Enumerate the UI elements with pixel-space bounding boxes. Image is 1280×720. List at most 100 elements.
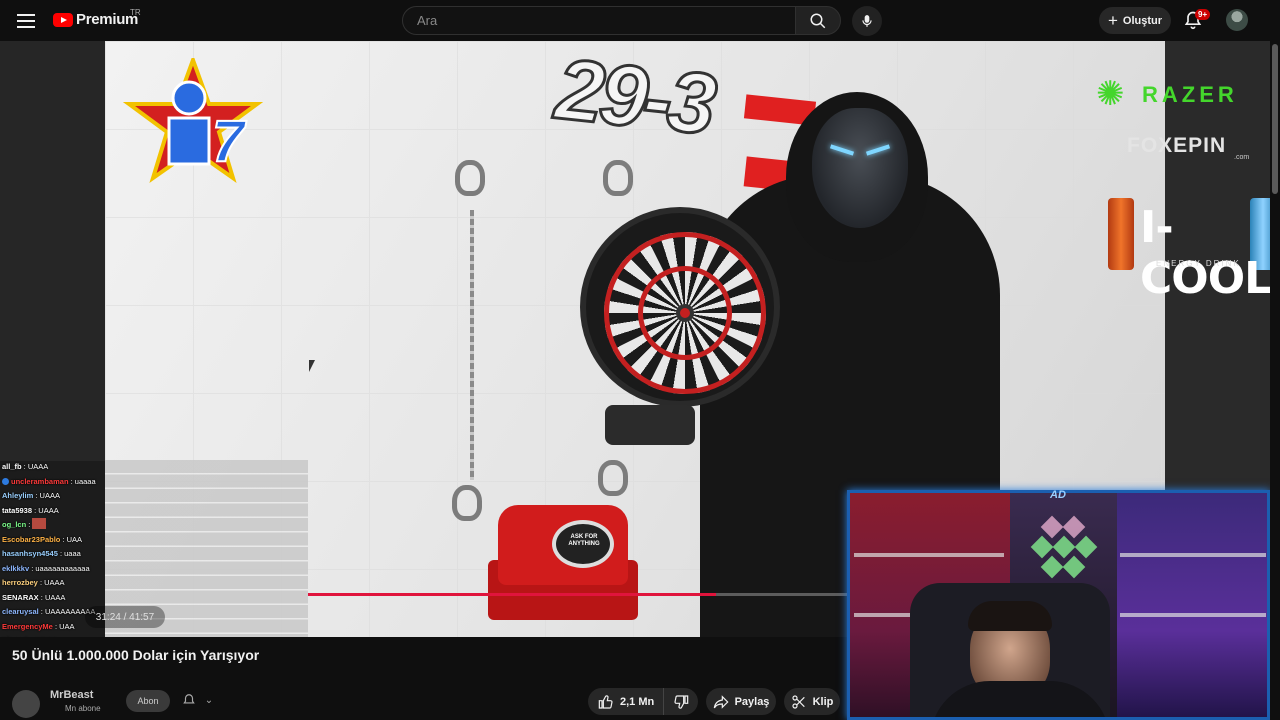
player-letterbox-left bbox=[0, 41, 105, 461]
share-arrow-icon bbox=[713, 694, 729, 709]
shelf bbox=[1120, 613, 1266, 617]
streamer-hair bbox=[968, 601, 1052, 631]
search-icon bbox=[810, 13, 826, 28]
chat-username: unclerambaman bbox=[11, 476, 69, 486]
clip-button[interactable]: Klip bbox=[784, 688, 840, 715]
mouse-cursor bbox=[309, 360, 321, 372]
scissors-icon bbox=[792, 694, 805, 709]
bell-icon bbox=[183, 694, 195, 704]
energy-can-orange bbox=[1108, 198, 1134, 270]
notification-badge: 9+ bbox=[1195, 9, 1211, 20]
thumbs-down-icon bbox=[674, 694, 689, 709]
chat-message: tata5938 : UAAA bbox=[2, 504, 59, 518]
figure-shelf-right bbox=[1117, 493, 1267, 717]
chat-text: uaaaaaaaaaaaa bbox=[35, 563, 90, 573]
channel-name[interactable]: MrBeast bbox=[50, 689, 93, 701]
streamer-facecam bbox=[847, 490, 1270, 720]
chat-text: UAAA bbox=[39, 491, 60, 500]
overlay-score: 29-3 bbox=[550, 40, 718, 155]
shelf bbox=[854, 553, 1004, 557]
share-label: Paylaş bbox=[734, 695, 770, 708]
channel-avatar[interactable] bbox=[12, 690, 40, 718]
chat-badge-icon bbox=[2, 477, 9, 485]
chat-username: og_lcn bbox=[2, 520, 27, 529]
video-title: 50 Ünlü 1.000.000 Dolar için Yarışıyor bbox=[12, 647, 260, 663]
chat-message: herrozbey : UAAA bbox=[2, 576, 65, 590]
youtube-premium-logo[interactable]: Premium bbox=[53, 11, 138, 28]
chat-username: all_fb bbox=[2, 462, 22, 471]
sponsor-foxepin: FOXEPIN bbox=[1127, 134, 1227, 157]
chat-text: UAAA bbox=[38, 505, 59, 515]
chat-username: Ahleylim bbox=[2, 491, 34, 500]
handcuff bbox=[455, 160, 485, 196]
youtube-watch-page: Premium TR + Oluştur 9+ 7 29-3 A bbox=[0, 0, 1280, 720]
plus-icon: + bbox=[1107, 11, 1118, 30]
chat-text: UAAA bbox=[44, 578, 65, 587]
sponsor-foxepin-domain: .com bbox=[1234, 154, 1250, 161]
sponsor-icool-sub: ENERGY DRINK bbox=[1156, 259, 1241, 268]
clip-label: Klip bbox=[812, 695, 834, 708]
phone-label: ASK FOR ANYTHING bbox=[568, 534, 600, 547]
share-button[interactable]: Paylaş bbox=[706, 688, 776, 715]
handcuff bbox=[603, 160, 633, 196]
create-button[interactable]: + Oluştur bbox=[1099, 7, 1171, 34]
chat-username: Escobar23Pablo bbox=[2, 534, 61, 544]
sponsor-icool: I-COOL bbox=[1140, 202, 1272, 304]
dislike-button[interactable] bbox=[664, 694, 698, 710]
chain bbox=[470, 210, 474, 480]
progress-played bbox=[308, 593, 716, 596]
like-count: 2,1 Mn bbox=[620, 695, 655, 708]
subscription-bell-button[interactable]: ⌄ bbox=[182, 693, 226, 709]
scrollbar-thumb[interactable] bbox=[1272, 44, 1278, 194]
handcuff bbox=[598, 460, 628, 496]
region-code: TR bbox=[130, 8, 141, 17]
hamburger-icon[interactable] bbox=[14, 10, 38, 32]
chat-message: eklkkkv : uaaaaaaaaaaaa bbox=[2, 562, 90, 576]
mic-icon bbox=[862, 15, 872, 27]
time-display: 31:24 / 41:57 bbox=[85, 606, 165, 628]
chat-username: tata5938 bbox=[2, 505, 33, 515]
dartboard-bullseye bbox=[676, 304, 694, 322]
chat-message: EmergencyMe : UAA bbox=[2, 620, 75, 634]
search-button[interactable] bbox=[795, 6, 841, 35]
join-button[interactable]: Abon bbox=[126, 690, 170, 712]
chat-message: SENARAX : UAAA bbox=[2, 591, 65, 605]
search-input[interactable] bbox=[403, 7, 795, 34]
like-dislike-group: 2,1 Mn bbox=[588, 688, 698, 715]
chat-text: UAAA bbox=[27, 462, 49, 471]
chat-message: Ahleylim : UAAA bbox=[2, 489, 60, 503]
chat-text: UAAA bbox=[44, 592, 66, 602]
thumbs-up-icon bbox=[598, 694, 613, 709]
chat-username: eklkkkv bbox=[2, 563, 30, 573]
chat-username: clearuysal bbox=[2, 607, 39, 616]
chat-message: Escobar23Pablo : UAA bbox=[2, 533, 82, 547]
razer-logo-icon: ✺ bbox=[1096, 75, 1125, 113]
logo-text: Premium bbox=[76, 11, 139, 28]
dartboard-console bbox=[605, 405, 695, 445]
account-avatar[interactable] bbox=[1226, 9, 1248, 31]
chat-message: og_lcn : bbox=[2, 518, 47, 532]
chat-emote-icon bbox=[32, 518, 47, 529]
chat-message: all_fb : UAAA bbox=[2, 460, 48, 474]
chat-text: UAA bbox=[59, 621, 75, 631]
voice-search-button[interactable] bbox=[852, 6, 882, 36]
star-logo-number: 7 bbox=[211, 108, 245, 175]
chat-message: clearuysal : UAAAAAAAAA bbox=[2, 605, 95, 619]
chat-text: UAA bbox=[66, 534, 83, 544]
chat-username: hasanhsyn4545 bbox=[2, 549, 58, 558]
chat-text: uaaa bbox=[64, 549, 81, 558]
shelf bbox=[1120, 553, 1266, 557]
handcuff bbox=[452, 485, 482, 521]
panther-mask bbox=[812, 108, 908, 228]
chat-username: SENARAX bbox=[2, 592, 39, 602]
create-label: Oluştur bbox=[1122, 14, 1163, 27]
chat-message: hasanhsyn4545 : uaaa bbox=[2, 547, 81, 561]
like-button[interactable]: 2,1 Mn bbox=[588, 688, 664, 715]
youtube-play-icon bbox=[53, 12, 73, 27]
sponsor-razer: RAZER bbox=[1142, 82, 1238, 107]
search-box[interactable] bbox=[402, 6, 796, 35]
chat-text: uaaaa bbox=[74, 476, 96, 486]
facecam-frame-logo: AD bbox=[1050, 489, 1066, 501]
chat-username: herrozbey bbox=[2, 578, 38, 587]
chevron-down-icon: ⌄ bbox=[204, 694, 214, 706]
